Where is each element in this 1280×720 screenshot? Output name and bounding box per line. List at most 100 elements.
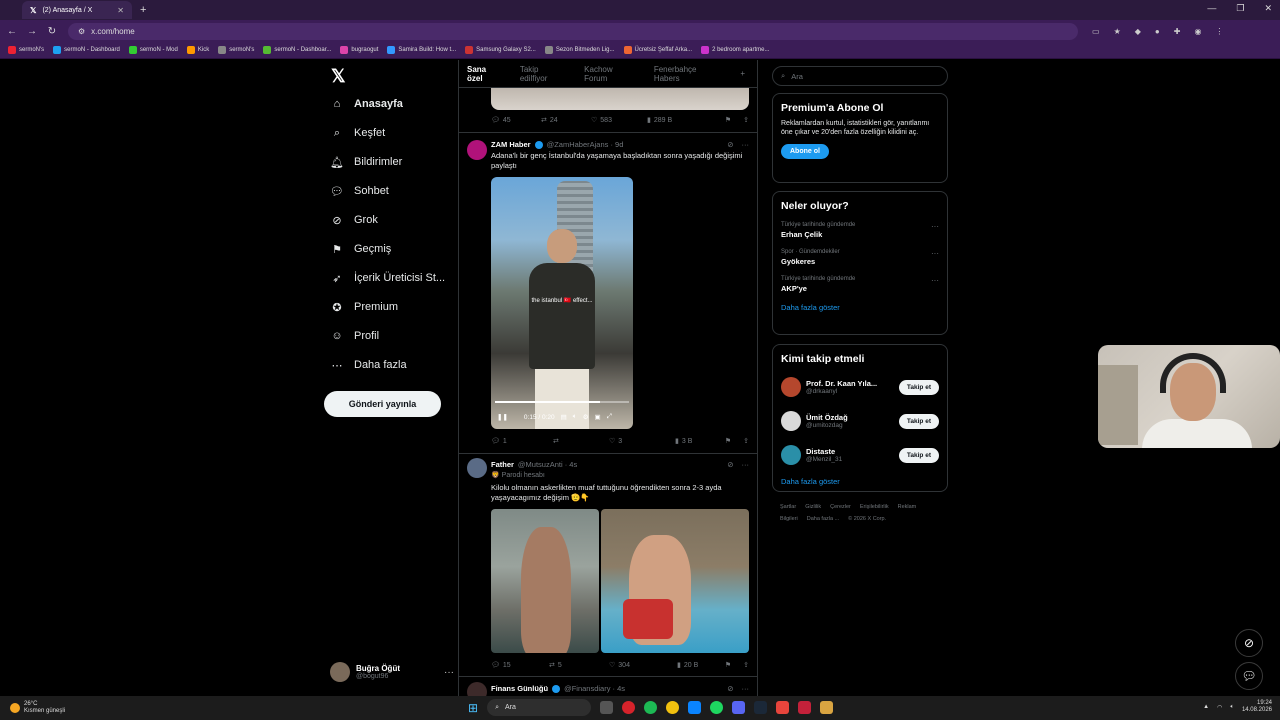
- trends-show-more-link[interactable]: Daha fazla göster: [781, 303, 939, 312]
- more-icon[interactable]: ···: [931, 276, 939, 285]
- puzzle-icon[interactable]: ✚: [1174, 27, 1181, 36]
- extension-icon[interactable]: ◆: [1135, 27, 1141, 36]
- new-tab-icon[interactable]: +: [140, 4, 146, 16]
- pause-icon[interactable]: ❚❚: [497, 413, 508, 421]
- windows-start-icon[interactable]: ⊞: [468, 701, 478, 715]
- tweet-author-handle[interactable]: @MutsuzAnti · 4s: [518, 460, 577, 469]
- footer-link[interactable]: Gizlilik: [805, 504, 821, 510]
- share-icon[interactable]: ⇪: [743, 437, 749, 445]
- bookmark-item[interactable]: bugraogut: [340, 46, 378, 54]
- reply-button[interactable]: 💬︎ 45: [491, 116, 541, 125]
- follow-suggestion[interactable]: Ümit Özdağ @umitozdag Takip et: [781, 409, 939, 433]
- app-icon[interactable]: [820, 701, 834, 714]
- tweet-author-handle[interactable]: @Finansdiary · 4s: [564, 684, 625, 693]
- settings-icon[interactable]: ⚙: [583, 413, 589, 421]
- account-switcher[interactable]: Buğra Öğüt @bogut96 ···: [330, 662, 454, 682]
- grok-icon[interactable]: ⊘: [727, 460, 733, 469]
- nav-item-home[interactable]: ⌂ Anasayfa: [330, 97, 403, 111]
- close-icon[interactable]: ✕: [117, 6, 124, 15]
- close-window-icon[interactable]: ✕: [1264, 3, 1272, 14]
- tab-list-kachow[interactable]: Kachow Forum: [584, 65, 638, 83]
- cast-icon[interactable]: ▭: [1092, 27, 1100, 36]
- bookmark-icon[interactable]: ⚑: [725, 437, 731, 445]
- tweet-photo[interactable]: [491, 509, 599, 653]
- like-button[interactable]: ♡ 583: [591, 116, 647, 125]
- bookmark-item[interactable]: sermoN's: [218, 46, 254, 54]
- trend-item[interactable]: Türkiye tarihinde gündemde AKP'ye ···: [781, 276, 939, 293]
- x-logo-icon[interactable]: 𝕏: [331, 66, 346, 87]
- nav-item-verified[interactable]: ✪ Premium: [330, 300, 398, 314]
- bookmark-item[interactable]: 2 bedroom apartme...: [701, 46, 769, 54]
- opera-icon[interactable]: [622, 701, 636, 714]
- post-button[interactable]: Gönderi yayınla: [324, 391, 441, 417]
- repost-button[interactable]: ⇄: [553, 437, 609, 445]
- star-icon[interactable]: ★: [1114, 27, 1121, 36]
- grok-floating-button[interactable]: ⊘: [1235, 629, 1263, 657]
- nav-item-bell[interactable]: 🔔︎ Bildirimler: [330, 155, 402, 169]
- app-icon[interactable]: [776, 701, 790, 714]
- more-icon[interactable]: ···: [742, 460, 750, 469]
- footer-link[interactable]: Erişilebilirlik: [860, 504, 889, 510]
- more-icon[interactable]: ···: [742, 140, 750, 149]
- previous-tweet-media[interactable]: [491, 88, 749, 110]
- follow-button[interactable]: Takip et: [898, 413, 939, 429]
- avatar[interactable]: [467, 458, 487, 478]
- reply-button[interactable]: 💬︎ 15: [491, 661, 549, 670]
- bookmark-item[interactable]: Kick: [186, 46, 209, 54]
- app-icon[interactable]: [644, 701, 658, 714]
- footer-link[interactable]: © 2026 X Corp.: [848, 516, 886, 522]
- like-button[interactable]: ♡ 304: [609, 661, 677, 670]
- bookmark-item[interactable]: sermoN - Dashboar...: [263, 46, 331, 54]
- views-button[interactable]: ▮ 289 B: [647, 116, 707, 125]
- more-icon[interactable]: ···: [742, 684, 750, 693]
- bookmark-icon[interactable]: ⚑: [725, 116, 731, 124]
- forward-icon[interactable]: →: [24, 26, 40, 37]
- trend-item[interactable]: Spor · Gündemdekiler Gyökeres ···: [781, 249, 939, 266]
- tweet-author-name[interactable]: Father: [491, 460, 514, 469]
- bookmark-item[interactable]: Samira Build: How t...: [387, 46, 456, 54]
- app-icon[interactable]: [688, 701, 702, 714]
- more-icon[interactable]: ···: [931, 249, 939, 258]
- tab-for-you[interactable]: Sana özel: [467, 65, 504, 83]
- back-icon[interactable]: ←: [4, 26, 20, 37]
- follow-suggestion[interactable]: Prof. Dr. Kaan Yıla... @drkaanyl Takip et: [781, 375, 939, 399]
- bookmark-icon[interactable]: ⚑: [725, 661, 731, 669]
- follow-button[interactable]: Takip et: [898, 447, 939, 463]
- wifi-icon[interactable]: ◠: [1217, 704, 1222, 711]
- messages-floating-button[interactable]: 💬︎: [1235, 662, 1263, 690]
- footer-link[interactable]: Şartlar: [780, 504, 796, 510]
- trend-item[interactable]: Türkiye tarihinde gündemde Erhan Çelik ···: [781, 222, 939, 239]
- follow-button[interactable]: Takip et: [898, 379, 939, 395]
- bookmark-item[interactable]: sermoN's: [8, 46, 44, 54]
- extension-icon[interactable]: ●: [1155, 27, 1160, 36]
- footer-link[interactable]: Çerezler: [830, 504, 851, 510]
- search-input[interactable]: ⌕ Ara: [772, 66, 948, 86]
- bookmark-item[interactable]: Samsung Galaxy S2...: [465, 46, 536, 54]
- captions-icon[interactable]: ▤: [561, 413, 567, 421]
- weather-widget[interactable]: 26°C Kısmen güneşli: [10, 701, 65, 715]
- nav-item-more-circle[interactable]: ⋯ Daha fazla: [330, 358, 407, 372]
- avatar[interactable]: [467, 682, 487, 696]
- app-icon[interactable]: [798, 701, 812, 714]
- bookmark-item[interactable]: Ücretsiz Şeffaf Arka...: [623, 46, 692, 54]
- nav-item-person[interactable]: ☺ Profil: [330, 329, 379, 343]
- video-progress-bar[interactable]: [495, 401, 629, 403]
- nav-item-search[interactable]: ⌕ Keşfet: [330, 126, 385, 140]
- taskbar-search[interactable]: ⌕ Ara: [487, 699, 592, 716]
- bookmark-item[interactable]: Sezon Bitmeden Lig...: [544, 46, 615, 54]
- fullscreen-icon[interactable]: ⤢: [607, 413, 612, 421]
- chrome-icon[interactable]: [666, 701, 680, 714]
- reply-button[interactable]: 💬︎ 1: [491, 437, 553, 446]
- volume-icon[interactable]: 🔈︎: [573, 413, 577, 421]
- menu-icon[interactable]: ⋮: [1215, 27, 1223, 36]
- profile-icon[interactable]: ◉: [1194, 27, 1201, 36]
- follow-suggestion[interactable]: Distaste @Menzil_31 Takip et: [781, 443, 939, 467]
- volume-icon[interactable]: 🔈︎: [1230, 704, 1234, 711]
- bookmark-item[interactable]: sermoN - Mod: [128, 46, 178, 54]
- maximize-icon[interactable]: ❐: [1236, 3, 1244, 14]
- views-button[interactable]: ▮ 3 B: [675, 437, 715, 446]
- more-icon[interactable]: ···: [931, 222, 939, 231]
- tweet-photo[interactable]: [601, 509, 749, 653]
- spotify-icon[interactable]: [710, 701, 724, 714]
- tab-list-fenerbahce[interactable]: Fenerbahçe Habers: [654, 65, 725, 83]
